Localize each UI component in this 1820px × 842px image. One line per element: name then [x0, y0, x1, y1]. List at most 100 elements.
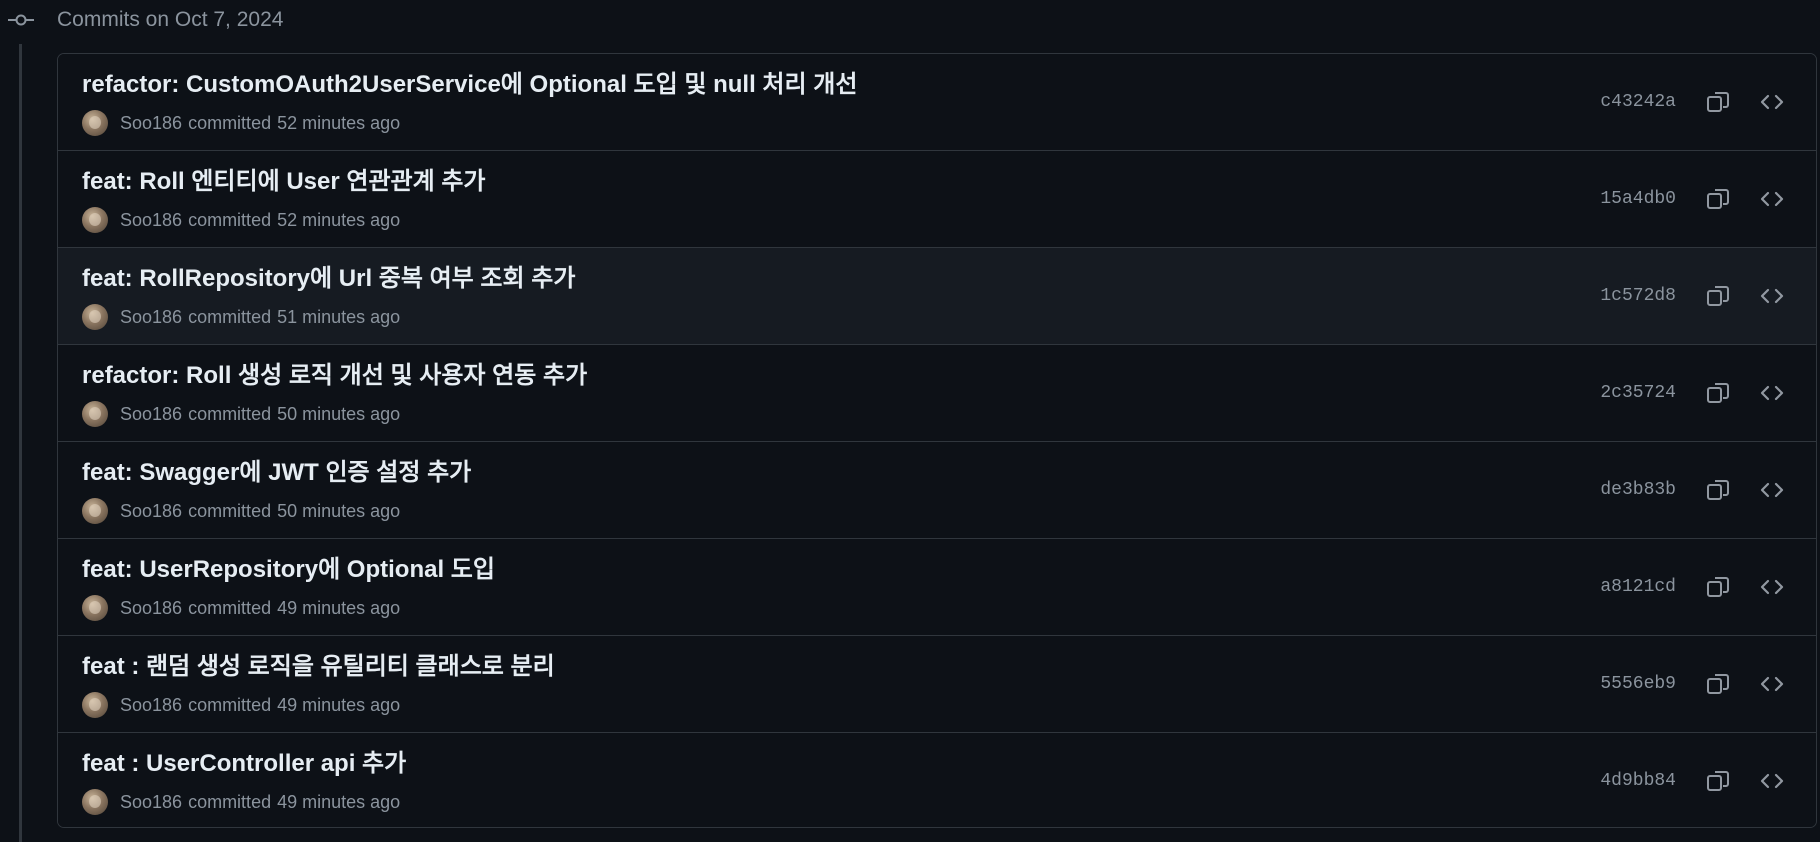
copy-icon: [1707, 771, 1729, 791]
commit-title-link[interactable]: feat: Roll 엔티티에 User 연관관계 추가: [82, 167, 486, 197]
commit-time: 50 minutes ago: [277, 500, 401, 521]
commit-row: refactor: CustomOAuth2UserService에 Optio…: [58, 54, 1816, 151]
browse-repo-button[interactable]: [1752, 761, 1792, 801]
commit-row: feat: RollRepository에 Url 중복 여부 조회 추가 So…: [58, 248, 1816, 345]
commit-meta: Soo186 committed 50 minutes ago: [82, 498, 400, 524]
browse-repo-button[interactable]: [1752, 179, 1792, 219]
avatar[interactable]: [82, 692, 108, 718]
commit-meta: Soo186 committed 52 minutes ago: [82, 207, 400, 233]
commit-row: refactor: Roll 생성 로직 개선 및 사용자 연동 추가 Soo1…: [58, 345, 1816, 442]
commit-time: 52 minutes ago: [277, 209, 401, 230]
code-icon: [1760, 288, 1784, 304]
commit-title-link[interactable]: feat: Swagger에 JWT 인증 설정 추가: [82, 458, 471, 488]
commit-sha-link[interactable]: de3b83b: [1600, 476, 1676, 504]
avatar[interactable]: [82, 595, 108, 621]
commit-time: 49 minutes ago: [277, 694, 401, 715]
commit-author[interactable]: Soo186: [120, 598, 182, 619]
copy-icon: [1707, 383, 1729, 403]
commit-author[interactable]: Soo186: [120, 404, 182, 425]
commit-meta: Soo186 committed 52 minutes ago: [82, 110, 400, 136]
commit-day-title: Commits on Oct 7, 2024: [57, 8, 284, 31]
code-icon: [1760, 191, 1784, 207]
commit-verb: committed: [188, 209, 272, 230]
commit-verb: committed: [188, 403, 272, 424]
commit-row: feat : 랜덤 생성 로직을 유틸리티 클래스로 분리 Soo186 com…: [58, 636, 1816, 733]
commit-day-header: Commits on Oct 7, 2024: [0, 0, 1820, 38]
copy-icon: [1707, 286, 1729, 306]
copy-sha-button[interactable]: [1698, 761, 1738, 801]
commit-verb: committed: [188, 694, 272, 715]
code-icon: [1760, 482, 1784, 498]
commit-verb: committed: [188, 112, 272, 133]
timeline-line: [19, 44, 22, 842]
commit-sha-link[interactable]: 2c35724: [1600, 379, 1676, 407]
browse-repo-button[interactable]: [1752, 664, 1792, 704]
commit-author[interactable]: Soo186: [120, 792, 182, 813]
commit-time: 49 minutes ago: [277, 597, 401, 618]
commit-meta: Soo186 committed 49 minutes ago: [82, 595, 400, 621]
commit-verb: committed: [188, 306, 272, 327]
copy-sha-button[interactable]: [1698, 567, 1738, 607]
git-commit-icon: [8, 14, 34, 26]
commit-row: feat: Roll 엔티티에 User 연관관계 추가 Soo186 comm…: [58, 151, 1816, 248]
copy-icon: [1707, 92, 1729, 112]
commit-time: 50 minutes ago: [277, 403, 401, 424]
commit-history-page: Commits on Oct 7, 2024 refactor: CustomO…: [0, 0, 1820, 842]
avatar[interactable]: [82, 207, 108, 233]
code-icon: [1760, 579, 1784, 595]
commit-sha-link[interactable]: 4d9bb84: [1600, 767, 1676, 795]
commit-author[interactable]: Soo186: [120, 210, 182, 231]
copy-sha-button[interactable]: [1698, 82, 1738, 122]
commit-title-link[interactable]: refactor: CustomOAuth2UserService에 Optio…: [82, 70, 857, 100]
avatar[interactable]: [82, 498, 108, 524]
copy-icon: [1707, 674, 1729, 694]
avatar[interactable]: [82, 789, 108, 815]
avatar[interactable]: [82, 401, 108, 427]
commit-time: 51 minutes ago: [277, 306, 401, 327]
copy-sha-button[interactable]: [1698, 276, 1738, 316]
commit-sha-link[interactable]: 15a4db0: [1600, 185, 1676, 213]
avatar[interactable]: [82, 110, 108, 136]
commit-list: refactor: CustomOAuth2UserService에 Optio…: [57, 53, 1817, 828]
browse-repo-button[interactable]: [1752, 567, 1792, 607]
copy-sha-button[interactable]: [1698, 470, 1738, 510]
code-icon: [1760, 385, 1784, 401]
browse-repo-button[interactable]: [1752, 276, 1792, 316]
commit-title-link[interactable]: feat : 랜덤 생성 로직을 유틸리티 클래스로 분리: [82, 652, 555, 682]
commit-title-link[interactable]: feat : UserController api 추가: [82, 749, 406, 779]
browse-repo-button[interactable]: [1752, 373, 1792, 413]
copy-icon: [1707, 577, 1729, 597]
commit-verb: committed: [188, 500, 272, 521]
code-icon: [1760, 676, 1784, 692]
commit-row: feat: UserRepository에 Optional 도입 Soo186…: [58, 539, 1816, 636]
commit-author[interactable]: Soo186: [120, 307, 182, 328]
commit-author[interactable]: Soo186: [120, 695, 182, 716]
commit-author[interactable]: Soo186: [120, 113, 182, 134]
commit-title-link[interactable]: feat: UserRepository에 Optional 도입: [82, 555, 495, 585]
commit-sha-link[interactable]: a8121cd: [1600, 573, 1676, 601]
commit-sha-link[interactable]: c43242a: [1600, 88, 1676, 116]
copy-sha-button[interactable]: [1698, 373, 1738, 413]
copy-icon: [1707, 189, 1729, 209]
commit-verb: committed: [188, 597, 272, 618]
commit-row: feat : UserController api 추가 Soo186 comm…: [58, 733, 1816, 827]
commit-title-link[interactable]: feat: RollRepository에 Url 중복 여부 조회 추가: [82, 264, 575, 294]
copy-icon: [1707, 480, 1729, 500]
commit-time: 49 minutes ago: [277, 791, 401, 812]
browse-repo-button[interactable]: [1752, 82, 1792, 122]
commit-meta: Soo186 committed 49 minutes ago: [82, 789, 400, 815]
avatar[interactable]: [82, 304, 108, 330]
commit-sha-link[interactable]: 1c572d8: [1600, 282, 1676, 310]
commit-meta: Soo186 committed 50 minutes ago: [82, 401, 400, 427]
copy-sha-button[interactable]: [1698, 664, 1738, 704]
code-icon: [1760, 773, 1784, 789]
commit-sha-link[interactable]: 5556eb9: [1600, 670, 1676, 698]
commit-author[interactable]: Soo186: [120, 501, 182, 522]
copy-sha-button[interactable]: [1698, 179, 1738, 219]
commit-row: feat: Swagger에 JWT 인증 설정 추가 Soo186 commi…: [58, 442, 1816, 539]
commit-meta: Soo186 committed 49 minutes ago: [82, 692, 400, 718]
commit-verb: committed: [188, 791, 272, 812]
browse-repo-button[interactable]: [1752, 470, 1792, 510]
commit-title-link[interactable]: refactor: Roll 생성 로직 개선 및 사용자 연동 추가: [82, 361, 587, 391]
code-icon: [1760, 94, 1784, 110]
